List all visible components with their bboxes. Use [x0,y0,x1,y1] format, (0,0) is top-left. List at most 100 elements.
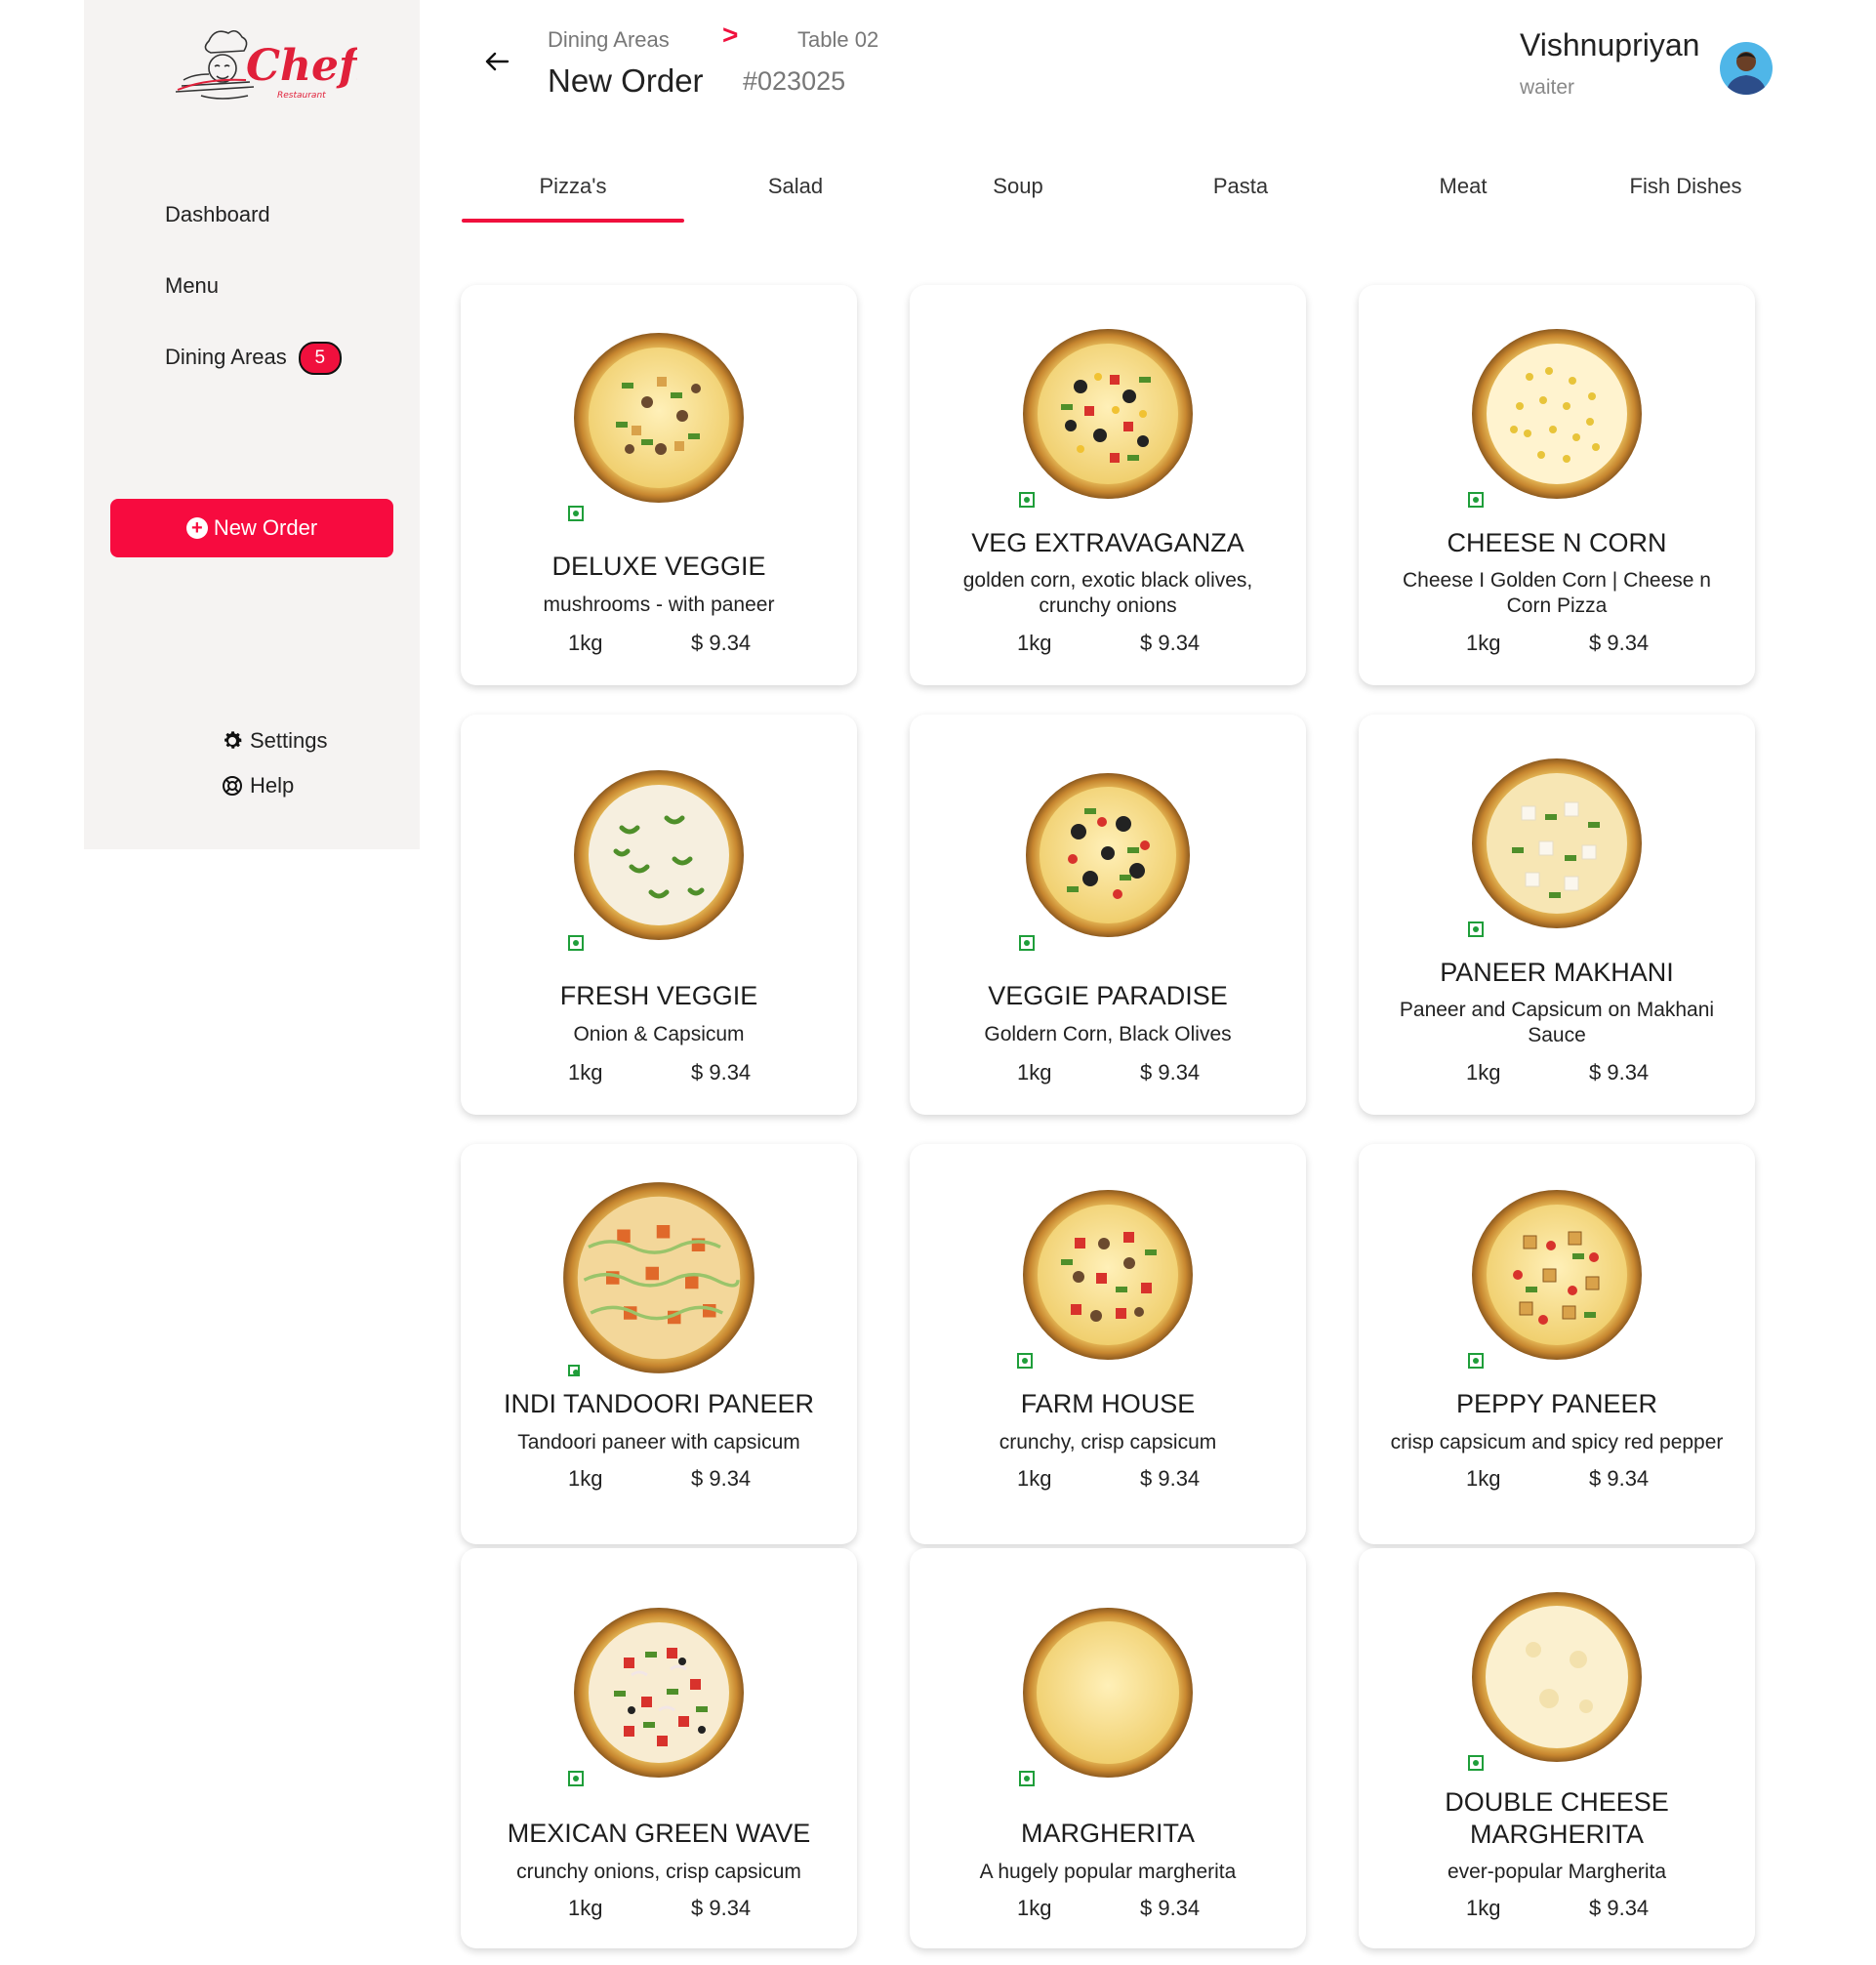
sidebar-item-label: Dashboard [165,202,270,226]
item-description: golden corn, exotic black olives, crunch… [962,569,1253,617]
sidebar-item-label: Dining Areas [165,344,287,369]
pizza-image [574,1608,744,1778]
sidebar-item-dashboard[interactable]: Dashboard [165,202,270,227]
item-description: Goldern Corn, Black Olives [984,1023,1232,1045]
help-link[interactable]: Help [221,773,294,798]
tab-label: Soup [993,174,1043,198]
item-weight: 1kg [1466,1896,1501,1920]
pizza-image [574,770,744,940]
menu-item-card[interactable]: VEGGIE PARADISE Goldern Corn, Black Oliv… [910,715,1306,1115]
menu-item-card[interactable]: VEG EXTRAVAGANZA golden corn, exotic bla… [910,285,1306,685]
breadcrumb-separator: > [722,20,739,50]
settings-link[interactable]: Settings [221,728,328,754]
tab-pizzas[interactable]: Pizza's [462,174,684,223]
item-price: $ 9.34 [691,1896,752,1920]
item-price: $ 9.34 [691,631,752,655]
item-price: $ 9.34 [1140,1060,1201,1085]
menu-item-card[interactable]: INDI TANDOORI PANEER Tandoori paneer wit… [461,1144,857,1544]
item-weight: 1kg [1017,1060,1052,1085]
tab-label: Meat [1439,174,1488,198]
tab-pasta[interactable]: Pasta [1129,174,1352,199]
tab-salad[interactable]: Salad [684,174,907,199]
item-name: FRESH VEGGIE [559,981,758,1010]
tab-label: Pasta [1212,174,1269,198]
item-description: Onion & Capsicum [573,1023,745,1045]
menu-item-card[interactable]: MEXICAN GREEN WAVE crunchy onions, crisp… [461,1548,857,1948]
pizza-image [1023,1190,1193,1360]
item-price: $ 9.34 [1140,631,1201,655]
new-order-label: New Order [213,515,318,540]
menu-item-card[interactable]: DELUXE VEGGIE mushrooms - with paneer 1k… [461,285,857,685]
menu-item-card[interactable]: PEPPY PANEER crisp capsicum and spicy re… [1359,1144,1755,1544]
tab-label: Pizza's [539,174,607,198]
menu-item-card[interactable]: PANEER MAKHANI Paneer and Capsicum on Ma… [1359,715,1755,1115]
item-price: $ 9.34 [1589,1060,1650,1085]
item-description: mushrooms - with paneer [543,594,775,616]
item-weight: 1kg [1466,631,1501,655]
item-name: PEPPY PANEER [1455,1389,1658,1418]
pizza-image [1026,773,1190,937]
item-description: Tandoori paneer with capsicum [517,1431,800,1453]
tab-soup[interactable]: Soup [907,174,1129,199]
item-weight: 1kg [1017,631,1052,655]
item-weight: 1kg [568,1896,603,1920]
item-price: $ 9.34 [691,1060,752,1085]
item-name: INDI TANDOORI PANEER [503,1389,815,1418]
help-label: Help [250,773,295,798]
pizza-image [1472,1190,1642,1360]
veg-indicator-icon [568,935,584,951]
item-name: VEGGIE PARADISE [988,981,1228,1010]
item-name: VEG EXTRAVAGANZA [971,528,1244,557]
tab-meat[interactable]: Meat [1352,174,1574,199]
pizza-image [1023,1608,1193,1778]
veg-indicator-icon [1019,492,1035,508]
item-price: $ 9.34 [1589,631,1650,655]
item-description: crunchy, crisp capsicum [999,1431,1217,1453]
item-weight: 1kg [1466,1060,1501,1085]
veg-indicator-icon [1468,1353,1484,1369]
chefs-logo[interactable]: Chefs Restaurant [162,21,382,109]
new-order-button[interactable]: + New Order [110,499,393,557]
logo-subtitle: Restaurant [277,91,326,101]
item-weight: 1kg [568,1466,603,1491]
settings-label: Settings [250,728,328,753]
tab-fish-dishes[interactable]: Fish Dishes [1574,174,1797,199]
dining-areas-count-badge: 5 [298,342,342,375]
item-name: DELUXE VEGGIE [551,552,766,581]
sidebar-item-menu[interactable]: Menu [165,273,219,299]
pizza-image [563,1182,754,1373]
item-name: MEXICAN GREEN WAVE [507,1819,811,1848]
back-arrow-icon[interactable] [484,51,510,77]
item-weight: 1kg [1017,1466,1052,1491]
item-name: MARGHERITA [1020,1819,1195,1848]
user-name: Vishnupriyan [1520,27,1700,62]
menu-item-card[interactable]: DOUBLE CHEESE MARGHERITA ever-popular Ma… [1359,1548,1755,1948]
sidebar: Chefs Restaurant Dashboard Menu Dining A… [84,0,420,849]
item-description: crisp capsicum and spicy red pepper [1390,1431,1724,1453]
item-name: FARM HOUSE [1020,1389,1196,1418]
sidebar-item-dining-areas[interactable]: Dining Areas 5 [165,342,342,375]
item-description: ever-popular Margherita [1447,1861,1667,1883]
menu-item-card[interactable]: FRESH VEGGIE Onion & Capsicum 1kg $ 9.34 [461,715,857,1115]
order-id: #023025 [743,66,846,96]
item-weight: 1kg [1466,1466,1501,1491]
breadcrumb-table[interactable]: Table 02 [797,27,878,53]
veg-indicator-icon [1017,1353,1033,1369]
sidebar-item-label: Menu [165,273,220,298]
breadcrumb-dining-areas[interactable]: Dining Areas [548,27,670,53]
item-price: $ 9.34 [1589,1896,1650,1920]
tab-label: Salad [767,174,824,198]
gear-icon [224,731,242,749]
item-price: $ 9.34 [1589,1466,1650,1491]
pizza-image [1472,329,1642,499]
menu-item-card[interactable]: FARM HOUSE crunchy, crisp capsicum 1kg $… [910,1144,1306,1544]
pizza-image [1472,1592,1642,1762]
veg-indicator-icon [1468,492,1484,508]
menu-item-card[interactable]: MARGHERITA A hugely popular margherita 1… [910,1548,1306,1948]
item-weight: 1kg [568,1060,603,1085]
item-description: Cheese I Golden Corn | Cheese n Corn Piz… [1403,569,1711,617]
pizza-image [1472,758,1642,928]
item-description: crunchy onions, crisp capsicum [516,1861,801,1883]
avatar[interactable] [1720,42,1773,95]
menu-item-card[interactable]: CHEESE N CORN Cheese I Golden Corn | Che… [1359,285,1755,685]
